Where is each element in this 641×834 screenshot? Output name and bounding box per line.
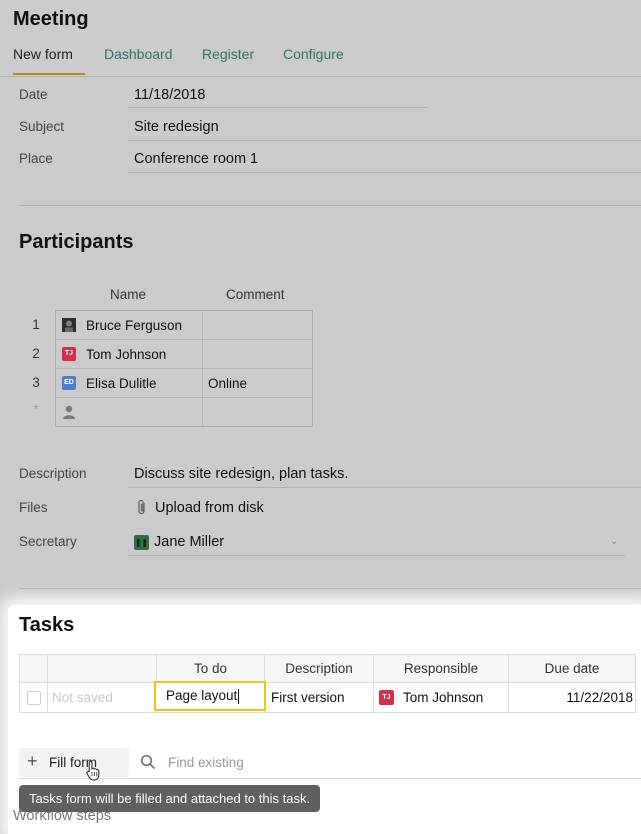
select-column-header: [20, 655, 48, 682]
secretary-underline: [128, 555, 625, 556]
person-placeholder-icon: [61, 404, 75, 419]
table-row: Bruce Ferguson: [56, 311, 312, 340]
paperclip-icon: [136, 499, 148, 521]
col-due-date[interactable]: Due date: [509, 655, 635, 682]
col-responsible[interactable]: Responsible: [374, 655, 509, 682]
meeting-form: Meeting New form Dashboard Register Conf…: [0, 0, 641, 834]
secretary-label: Secretary: [19, 534, 77, 549]
subject-field[interactable]: Site redesign: [134, 119, 219, 135]
active-tab-indicator: [13, 73, 85, 75]
description-label: Description: [19, 466, 87, 481]
new-row-marker: *: [33, 402, 39, 417]
avatar: [134, 535, 149, 550]
task-description-cell[interactable]: First version: [265, 683, 374, 712]
tab-register[interactable]: Register: [202, 46, 254, 62]
tasks-table-header: To do Description Responsible Due date: [19, 654, 636, 683]
avatar: [62, 318, 76, 332]
plus-icon: +: [27, 751, 38, 771]
place-underline: [128, 172, 641, 173]
participants-heading: Participants: [19, 231, 134, 253]
participants-table: Bruce Ferguson TJ Tom Johnson ED Elisa D…: [55, 310, 313, 427]
participant-name: Bruce Ferguson: [86, 318, 183, 333]
tasks-bottom-line: [19, 778, 641, 779]
tab-dashboard[interactable]: Dashboard: [104, 46, 173, 62]
row-number: 2: [32, 346, 40, 361]
chevron-down-icon[interactable]: ⌄: [610, 536, 618, 547]
participant-comment-cell[interactable]: Online: [203, 369, 312, 397]
participant-name: Elisa Dulitle: [86, 376, 157, 391]
section-divider: [19, 205, 641, 206]
table-row: TJ Tom Johnson: [56, 340, 312, 369]
tab-bar: New form Dashboard Register Configure: [0, 44, 641, 77]
status-column-header: [48, 655, 157, 682]
responsible-name: Tom Johnson: [403, 690, 484, 705]
tab-configure[interactable]: Configure: [283, 46, 344, 62]
due-date-cell[interactable]: 11/22/2018: [509, 683, 635, 712]
date-field[interactable]: 11/18/2018: [134, 87, 206, 103]
subject-underline: [128, 140, 641, 141]
upload-from-disk-link[interactable]: Upload from disk: [155, 500, 264, 516]
participant-name-cell[interactable]: Bruce Ferguson: [56, 311, 203, 339]
hand-pointer-cursor-icon: [86, 760, 102, 787]
participant-comment-cell[interactable]: [203, 340, 312, 368]
place-label: Place: [19, 151, 53, 166]
participant-comment-cell[interactable]: [203, 398, 312, 426]
participants-col-comment: Comment: [226, 287, 285, 302]
col-description[interactable]: Description: [265, 655, 374, 682]
row-checkbox[interactable]: [27, 691, 41, 705]
row-number: 1: [32, 317, 40, 332]
participant-name-cell[interactable]: ED Elisa Dulitle: [56, 369, 203, 397]
text-caret: [238, 688, 240, 704]
secretary-field[interactable]: Jane Miller: [154, 534, 224, 550]
participant-comment: Online: [208, 376, 248, 391]
fill-form-tooltip: Tasks form will be filled and attached t…: [19, 785, 321, 812]
responsible-cell[interactable]: TJ Tom Johnson: [374, 683, 509, 712]
row-status: Not saved: [48, 683, 157, 712]
table-row: [56, 398, 312, 426]
search-icon: [140, 754, 156, 775]
table-row: Not saved First version TJ Tom Johnson 1…: [19, 681, 636, 713]
participant-name: Tom Johnson: [86, 347, 167, 362]
row-select-cell: [20, 683, 48, 712]
avatar: TJ: [379, 690, 394, 705]
table-row: ED Elisa Dulitle Online: [56, 369, 312, 398]
row-number: 3: [32, 375, 40, 390]
description-underline: [128, 487, 641, 488]
participants-col-name: Name: [110, 287, 147, 302]
tasks-heading: Tasks: [19, 614, 75, 636]
tasks-section: Tasks To do Description Responsible Due …: [8, 605, 641, 834]
fill-form-button[interactable]: + Fill form: [19, 748, 129, 777]
avatar: TJ: [62, 347, 76, 361]
find-existing-input[interactable]: Find existing: [168, 755, 244, 770]
section-divider: [19, 588, 641, 589]
participant-comment-cell[interactable]: [203, 311, 312, 339]
participant-name-cell[interactable]: [56, 398, 203, 426]
participant-name-cell[interactable]: TJ Tom Johnson: [56, 340, 203, 368]
col-todo[interactable]: To do: [157, 655, 265, 682]
date-underline: [128, 107, 428, 108]
place-field[interactable]: Conference room 1: [134, 151, 258, 167]
description-field[interactable]: Discuss site redesign, plan tasks.: [134, 466, 348, 482]
avatar: ED: [62, 376, 76, 390]
date-label: Date: [19, 87, 48, 102]
files-label: Files: [19, 500, 48, 515]
subject-label: Subject: [19, 119, 65, 134]
page-title: Meeting: [13, 8, 89, 30]
todo-input-value: Page layout: [166, 688, 238, 703]
tab-new-form[interactable]: New form: [13, 46, 73, 62]
todo-input[interactable]: Page layout: [154, 681, 266, 711]
